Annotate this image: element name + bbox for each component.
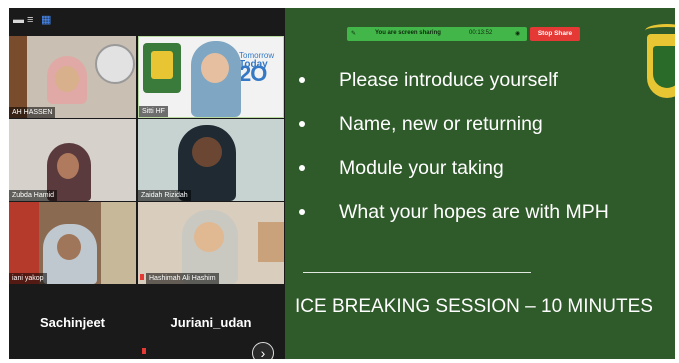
participant-tile[interactable]: AH HASSEN bbox=[9, 36, 136, 118]
share-status: You are screen sharing bbox=[375, 30, 441, 36]
minimize-icon[interactable]: ▬ bbox=[13, 14, 24, 26]
participant-tile[interactable]: Hashimah Ali Hashim bbox=[138, 202, 284, 284]
participant-name: Zaidah Rizidah bbox=[138, 190, 191, 201]
participant-name: Sachinjeet bbox=[39, 315, 106, 330]
participant-name: Zubda Hamid bbox=[9, 190, 58, 201]
participant-tile[interactable]: iani yakop bbox=[9, 202, 136, 284]
muted-mic-icon bbox=[140, 274, 144, 280]
menu-icon[interactable]: ≡ bbox=[27, 14, 33, 26]
participant-tile[interactable]: Zaidah Rizidah bbox=[138, 119, 284, 201]
slide-footer: ICE BREAKING SESSION – 10 MINUTES bbox=[295, 296, 653, 317]
video-toolbar: ▬ ≡ ▦ bbox=[9, 8, 284, 34]
participant-name: Juriani_udan bbox=[170, 315, 252, 330]
share-icon: ✎ bbox=[351, 31, 357, 37]
participant-name: Sitti HF bbox=[139, 106, 168, 117]
participant-name: iani yakop bbox=[9, 273, 47, 284]
participant-name: Hashimah Ali Hashim bbox=[146, 273, 219, 284]
screen-share-bar: ✎ You are screen sharing 00:13:52 ◉ bbox=[347, 27, 527, 41]
chevron-right-icon[interactable]: › bbox=[252, 342, 274, 359]
slide-bullet: Please introduce yourself bbox=[299, 68, 669, 112]
slide-divider bbox=[303, 272, 531, 273]
slide-bullet: Name, new or returning bbox=[299, 112, 669, 156]
slide-bullet: Module your taking bbox=[299, 156, 669, 200]
zoom-window: ▬ ≡ ▦ AH HASSEN Tomorrow Today 2O Sitti … bbox=[9, 8, 675, 359]
bullet-dot-icon bbox=[299, 165, 305, 171]
stop-share-button[interactable]: Stop Share bbox=[530, 27, 580, 41]
participant-tile-active[interactable]: Tomorrow Today 2O Sitti HF bbox=[138, 36, 284, 118]
participant-name: AH HASSEN bbox=[9, 107, 56, 118]
share-options-icon[interactable]: ◉ bbox=[515, 30, 520, 37]
shared-slide: ✎ You are screen sharing 00:13:52 ◉ Stop… bbox=[285, 8, 675, 359]
muted-mic-icon bbox=[142, 348, 146, 354]
bullet-dot-icon bbox=[299, 77, 305, 83]
slide-bullet: What your hopes are with MPH bbox=[299, 200, 669, 244]
stop-share-label: Stop Share bbox=[537, 30, 573, 37]
participant-name-tile[interactable]: Sachinjeet bbox=[9, 286, 136, 359]
grid-view-icon[interactable]: ▦ bbox=[41, 14, 51, 26]
bullet-dot-icon bbox=[299, 209, 305, 215]
bullet-dot-icon bbox=[299, 121, 305, 127]
slide-bullet-list: Please introduce yourself Name, new or r… bbox=[299, 68, 669, 244]
share-timer: 00:13:52 bbox=[469, 30, 493, 36]
participant-tile[interactable]: Zubda Hamid bbox=[9, 119, 136, 201]
